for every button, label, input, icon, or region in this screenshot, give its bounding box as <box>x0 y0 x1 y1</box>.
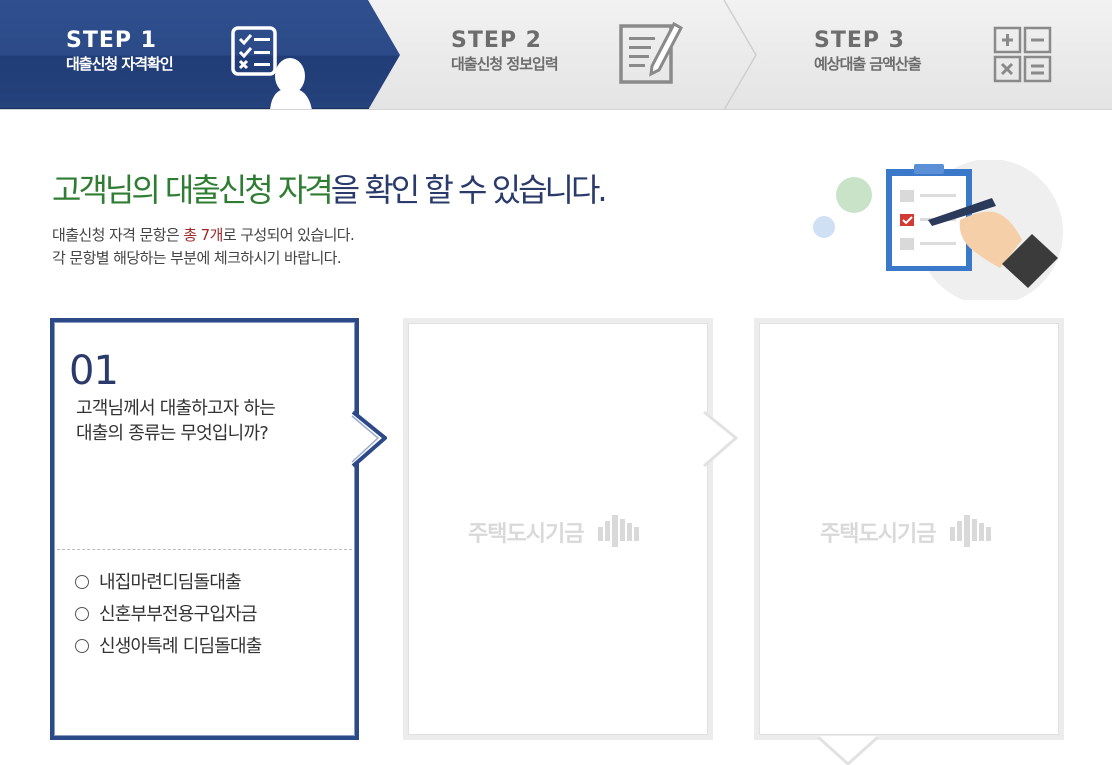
card-pointer-arrow-icon <box>702 410 739 474</box>
watermark-text: 주택도시기금 <box>468 522 584 547</box>
answer-options: 내집마련디딤돌대출 신혼부부전용구입자금 신생아특례 디딤돌대출 <box>75 567 262 663</box>
question-card-active: 01 고객님께서 대출하고자 하는 대출의 종류는 무엇입니까? 내집마련디딤돌… <box>50 318 359 740</box>
step-progress-bar: STEP 1 대출신청 자격확인 STEP 2 대출신청 정보입력 STEP 3… <box>0 0 1112 110</box>
question-number: 01 <box>69 348 119 394</box>
step-1: STEP 1 대출신청 자격확인 <box>66 28 174 74</box>
answer-option-label[interactable]: 신생아특례 디딤돌대출 <box>99 636 262 657</box>
step-2: STEP 2 대출신청 정보입력 <box>451 28 559 74</box>
fund-logo-watermark: 주택도시기금 <box>468 513 644 549</box>
fund-logo-watermark: 주택도시기금 <box>820 513 996 549</box>
answer-option[interactable]: 내집마련디딤돌대출 <box>75 567 262 599</box>
question-text-line-1: 고객님께서 대출하고자 하는 <box>76 398 276 419</box>
answer-option-label[interactable]: 내집마련디딤돌대출 <box>99 572 242 593</box>
question-card-inner: 01 고객님께서 대출하고자 하는 대출의 종류는 무엇입니까? 내집마련디딤돌… <box>54 322 355 736</box>
step-1-title: 대출신청 자격확인 <box>66 55 174 73</box>
description-line-1-post: 로 구성되어 있습니다. <box>222 226 355 244</box>
step-2-label: STEP 2 <box>451 28 542 53</box>
building-logo-icon <box>598 515 640 547</box>
clipboard-checklist-illustration <box>810 159 1070 305</box>
page-description: 대출신청 자격 문항은 총 7개로 구성되어 있습니다. 각 문항별 해당하는 … <box>52 224 355 270</box>
answer-option[interactable]: 신생아특례 디딤돌대출 <box>75 631 262 663</box>
watermark-text: 주택도시기금 <box>820 522 936 547</box>
page-title-highlight: 고객님의 대출신청 자격 <box>52 171 334 209</box>
step-2-title: 대출신청 정보입력 <box>451 55 559 73</box>
radio-circle-icon[interactable] <box>75 639 89 653</box>
question-count-highlight: 총 7개 <box>183 226 223 244</box>
page-title-rest: 을 확인 할 수 있습니다. <box>330 171 608 209</box>
answer-option[interactable]: 신혼부부전용구입자금 <box>75 599 262 631</box>
checklist-person-icon <box>230 26 312 109</box>
question-text-line-2: 대출의 종류는 무엇입니까? <box>76 423 269 444</box>
page-title: 고객님의 대출신청 자격을 확인 할 수 있습니다. <box>52 170 608 210</box>
step1-active-background <box>0 0 400 109</box>
card-pointer-arrow-icon <box>351 410 389 474</box>
radio-circle-icon[interactable] <box>75 607 89 621</box>
step-3: STEP 3 예상대출 금액산출 <box>814 28 922 74</box>
step-3-label: STEP 3 <box>814 28 905 53</box>
step-divider <box>718 0 758 109</box>
question-text: 고객님께서 대출하고자 하는 대출의 종류는 무엇입니까? <box>76 396 276 446</box>
card-down-arrow-icon <box>816 735 880 765</box>
radio-circle-icon[interactable] <box>75 575 89 589</box>
description-line-2: 각 문항별 해당하는 부분에 체크하시기 바랍니다. <box>52 249 342 267</box>
form-edit-icon <box>618 20 684 90</box>
question-separator <box>57 549 352 550</box>
answer-option-label[interactable]: 신혼부부전용구입자금 <box>99 604 257 625</box>
step-3-title: 예상대출 금액산출 <box>814 55 922 73</box>
calculator-icon <box>993 26 1053 88</box>
description-line-1: 대출신청 자격 문항은 총 7개로 구성되어 있습니다. <box>52 224 355 247</box>
description-line-1-pre: 대출신청 자격 문항은 <box>52 226 184 244</box>
building-logo-icon <box>950 515 992 547</box>
step-1-label: STEP 1 <box>66 28 157 53</box>
